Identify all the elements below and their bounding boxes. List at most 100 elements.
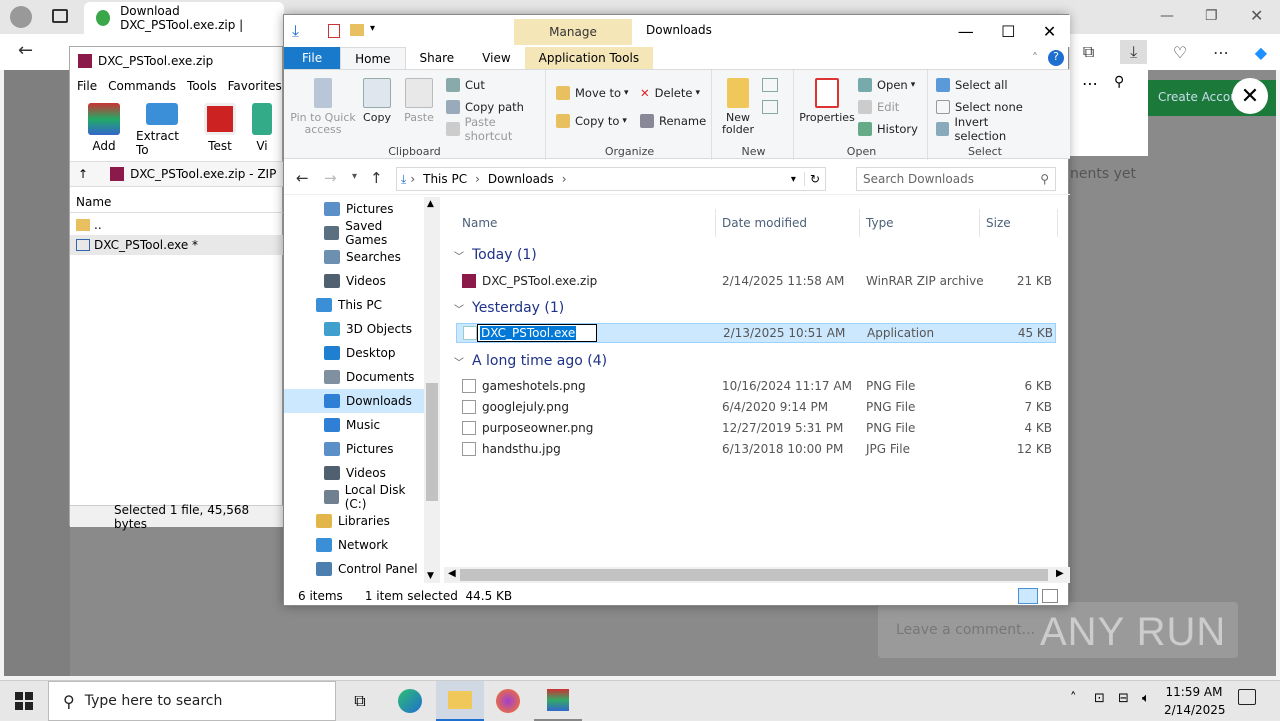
scroll-left-icon[interactable]: ◀ <box>448 568 456 579</box>
back-arrow-icon[interactable]: ← <box>296 169 309 187</box>
nav-item-desktop[interactable]: Desktop <box>284 341 424 365</box>
group-yesterday[interactable]: ﹀ Yesterday (1) <box>454 296 564 320</box>
up-arrow-icon[interactable]: ↑ <box>78 167 88 181</box>
profile-icon[interactable] <box>10 6 32 28</box>
close-button[interactable]: ✕ <box>1043 22 1056 41</box>
copy-button[interactable]: Copy <box>360 78 394 124</box>
nav-item-saved-games[interactable]: Saved Games <box>284 219 424 247</box>
scroll-up-icon[interactable]: ▲ <box>427 199 434 209</box>
new-item-icon[interactable] <box>762 78 778 92</box>
file-row[interactable]: gameshotels.png 10/16/2024 11:17 AM PNG … <box>456 376 1056 396</box>
close-overlay-button[interactable]: ✕ <box>1232 78 1268 114</box>
nav-item-this-pc[interactable]: This PC <box>284 293 424 317</box>
nav-item-videos[interactable]: Videos <box>284 269 424 293</box>
breadcrumb-downloads[interactable]: Downloads <box>488 172 554 186</box>
qat-dropdown-icon[interactable]: ▾ <box>370 23 375 34</box>
nav-item-videos-2[interactable]: Videos <box>284 461 424 485</box>
collapse-ribbon-icon[interactable]: ˄ <box>1032 47 1038 69</box>
winrar-extract-button[interactable]: Extract To <box>136 99 188 157</box>
invert-selection-button[interactable]: Invert selection <box>936 115 1040 143</box>
file-row-exe[interactable]: DXC_PSTool.exe 2/13/2025 10:51 AM Applic… <box>456 323 1056 343</box>
nav-item-pictures-2[interactable]: Pictures <box>284 437 424 461</box>
forward-arrow-icon[interactable]: → <box>324 169 337 187</box>
up-arrow-icon[interactable]: ↑ <box>370 169 383 187</box>
nav-item-control-panel[interactable]: Control Panel <box>284 557 424 581</box>
winrar-row-exe[interactable]: DXC_PSTool.exe * <box>70 235 284 255</box>
new-folder-small-icon[interactable] <box>350 24 364 36</box>
nav-item-local-disk[interactable]: Local Disk (C:) <box>284 483 424 511</box>
column-type[interactable]: Type <box>860 209 980 237</box>
scroll-right-icon[interactable]: ▶ <box>1056 568 1064 579</box>
taskbar-winrar[interactable] <box>534 681 582 721</box>
health-icon[interactable]: ♡ <box>1173 43 1187 62</box>
large-icons-view-icon[interactable] <box>1042 589 1058 603</box>
tab-view[interactable]: View <box>468 47 524 69</box>
rename-button[interactable]: Rename <box>640 110 706 132</box>
select-all-button[interactable]: Select all <box>936 74 1008 96</box>
nav-item-libraries[interactable]: Libraries <box>284 509 424 533</box>
winrar-menu-favorites[interactable]: Favorites <box>228 79 282 93</box>
notifications-icon[interactable] <box>1238 689 1256 705</box>
open-button[interactable]: Open ▾ <box>858 74 915 96</box>
browser-restore-button[interactable]: ❐ <box>1205 8 1218 24</box>
nav-item-music[interactable]: Music <box>284 413 424 437</box>
nav-scrollbar-thumb[interactable] <box>426 383 438 501</box>
more-options-icon[interactable]: ⋯ <box>1082 74 1098 93</box>
group-today[interactable]: ﹀ Today (1) <box>454 243 537 267</box>
cut-button[interactable]: Cut <box>446 74 485 96</box>
back-arrow-icon[interactable]: ← <box>18 40 33 61</box>
winrar-add-button[interactable]: Add <box>78 99 130 157</box>
browser-minimize-button[interactable]: — <box>1160 8 1174 24</box>
scroll-down-icon[interactable]: ▼ <box>427 571 434 581</box>
easy-access-icon[interactable] <box>762 100 778 114</box>
recent-locations-icon[interactable]: ▾ <box>352 171 357 182</box>
tab-file[interactable]: File <box>284 47 341 69</box>
paste-shortcut-button[interactable]: Paste shortcut <box>446 115 545 143</box>
quick-access-icon[interactable]: ⤓ <box>292 21 299 41</box>
task-view-button[interactable]: ⧉ <box>336 681 384 721</box>
more-icon[interactable]: ⋯ <box>1213 43 1229 62</box>
nav-item-network[interactable]: Network <box>284 533 424 557</box>
file-row-zip[interactable]: DXC_PSTool.exe.zip 2/14/2025 11:58 AM Wi… <box>456 271 1056 291</box>
winrar-path-bar[interactable]: ↑ DXC_PSTool.exe.zip - ZIP <box>70 161 284 187</box>
winrar-menu-file[interactable]: File <box>77 79 97 93</box>
taskbar-search-input[interactable]: ⚲ Type here to search <box>48 681 336 721</box>
column-size[interactable]: Size <box>980 209 1058 237</box>
column-date-modified[interactable]: Date modified <box>716 209 860 237</box>
download-icon[interactable]: ⤓ <box>1120 40 1148 64</box>
taskbar-firefox[interactable] <box>484 681 532 721</box>
refresh-icon[interactable]: ↻ <box>803 172 825 186</box>
tab-application-tools[interactable]: Application Tools <box>524 47 654 69</box>
pin-icon[interactable]: ⚲ <box>1114 74 1124 90</box>
history-button[interactable]: History <box>858 118 918 140</box>
device-icon[interactable]: ⊡ <box>1094 691 1105 706</box>
tab-share[interactable]: Share <box>406 47 469 69</box>
breadcrumb-this-pc[interactable]: This PC <box>423 172 467 186</box>
tab-home[interactable]: Home <box>340 47 406 69</box>
collections-icon[interactable]: ⧉ <box>1083 42 1094 62</box>
start-button[interactable] <box>0 681 48 721</box>
network-tray-icon[interactable]: ⊟ <box>1118 691 1129 706</box>
properties-small-icon[interactable] <box>328 24 340 38</box>
new-folder-button[interactable]: New folder <box>718 78 758 136</box>
winrar-view-button[interactable]: Vi <box>252 99 272 157</box>
edit-button[interactable]: Edit <box>858 96 899 118</box>
file-row[interactable]: googlejuly.png 6/4/2020 9:14 PM PNG File… <box>456 397 1056 417</box>
file-row[interactable]: handsthu.jpg 6/13/2018 10:00 PM JPG File… <box>456 439 1056 459</box>
show-hidden-icons[interactable]: ˄ <box>1070 691 1077 706</box>
browser-tab[interactable]: Download DXC_PSTool.exe.zip | <box>84 2 284 34</box>
help-icon[interactable]: ? <box>1048 50 1064 66</box>
file-row[interactable]: purposeowner.png 12/27/2019 5:31 PM PNG … <box>456 418 1056 438</box>
rename-input[interactable]: DXC_PSTool.exe <box>477 324 597 342</box>
nav-item-pictures[interactable]: Pictures <box>284 197 424 221</box>
pin-quick-access-button[interactable]: Pin to Quick access <box>290 78 356 136</box>
nav-item-searches[interactable]: Searches <box>284 245 424 269</box>
nav-item-downloads[interactable]: Downloads <box>284 389 424 413</box>
group-long-ago[interactable]: ﹀ A long time ago (4) <box>454 349 607 373</box>
winrar-menu-tools[interactable]: Tools <box>187 79 217 93</box>
taskbar-edge[interactable] <box>386 681 434 721</box>
properties-button[interactable]: Properties <box>798 78 856 124</box>
nav-item-3d-objects[interactable]: 3D Objects <box>284 317 424 341</box>
horizontal-scrollbar-thumb[interactable] <box>460 569 1048 581</box>
winrar-row-parent[interactable]: .. <box>70 215 284 235</box>
